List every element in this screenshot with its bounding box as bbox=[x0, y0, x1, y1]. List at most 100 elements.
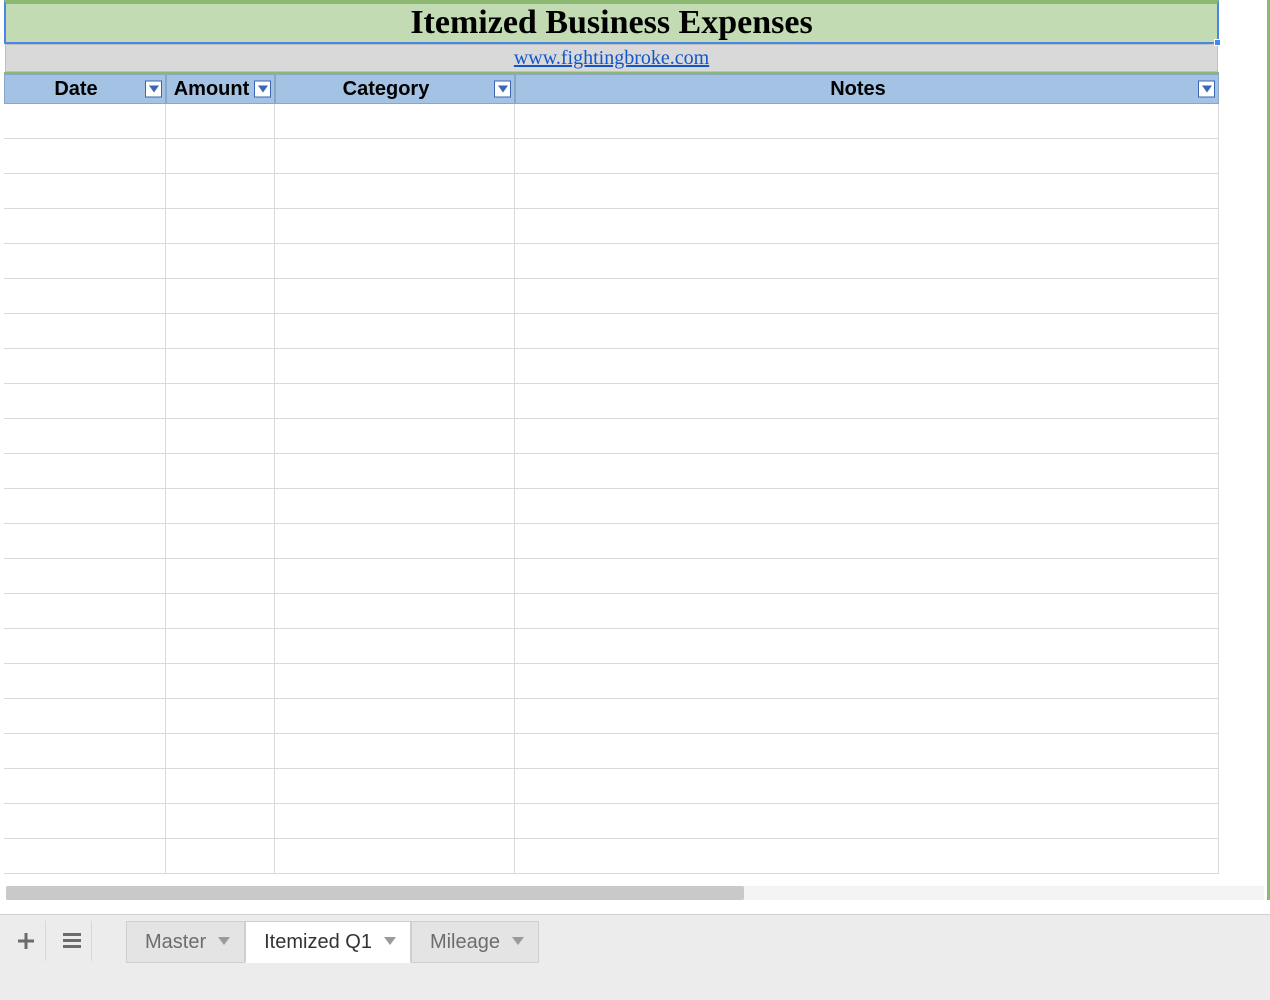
cell[interactable] bbox=[515, 314, 1219, 349]
cell[interactable] bbox=[4, 454, 166, 489]
cell[interactable] bbox=[515, 174, 1219, 209]
table-row[interactable] bbox=[4, 804, 1219, 839]
cell[interactable] bbox=[275, 629, 515, 664]
cell[interactable] bbox=[515, 489, 1219, 524]
cell[interactable] bbox=[166, 209, 275, 244]
cell[interactable] bbox=[515, 524, 1219, 559]
cell[interactable] bbox=[275, 174, 515, 209]
cell[interactable] bbox=[515, 594, 1219, 629]
cell[interactable] bbox=[4, 244, 166, 279]
cell[interactable] bbox=[166, 174, 275, 209]
cell[interactable] bbox=[275, 419, 515, 454]
table-row[interactable] bbox=[4, 174, 1219, 209]
sheet-tab-mileage[interactable]: Mileage bbox=[411, 921, 539, 963]
table-row[interactable] bbox=[4, 419, 1219, 454]
column-header-amount[interactable]: Amount bbox=[166, 74, 275, 104]
table-row[interactable] bbox=[4, 664, 1219, 699]
cell[interactable] bbox=[275, 139, 515, 174]
cell[interactable] bbox=[166, 839, 275, 874]
cell[interactable] bbox=[515, 734, 1219, 769]
selection-handle[interactable] bbox=[1214, 39, 1221, 46]
cell[interactable] bbox=[4, 769, 166, 804]
cell[interactable] bbox=[166, 419, 275, 454]
filter-button-amount[interactable] bbox=[254, 81, 271, 98]
title-cell[interactable]: Itemized Business Expenses bbox=[4, 0, 1219, 44]
column-header-date[interactable]: Date bbox=[4, 74, 166, 104]
cell[interactable] bbox=[275, 314, 515, 349]
cell[interactable] bbox=[515, 349, 1219, 384]
cell[interactable] bbox=[166, 559, 275, 594]
table-row[interactable] bbox=[4, 244, 1219, 279]
cell[interactable] bbox=[275, 559, 515, 594]
cell[interactable] bbox=[166, 489, 275, 524]
cell[interactable] bbox=[275, 524, 515, 559]
table-row[interactable] bbox=[4, 524, 1219, 559]
cell[interactable] bbox=[515, 664, 1219, 699]
cell[interactable] bbox=[515, 139, 1219, 174]
column-header-notes[interactable]: Notes bbox=[515, 74, 1219, 104]
cell[interactable] bbox=[515, 804, 1219, 839]
cell[interactable] bbox=[4, 804, 166, 839]
cell[interactable] bbox=[515, 769, 1219, 804]
cell[interactable] bbox=[4, 699, 166, 734]
cell[interactable] bbox=[515, 629, 1219, 664]
cell[interactable] bbox=[166, 104, 275, 139]
cell[interactable] bbox=[275, 349, 515, 384]
cell[interactable] bbox=[166, 734, 275, 769]
filter-button-category[interactable] bbox=[494, 81, 511, 98]
cell[interactable] bbox=[166, 139, 275, 174]
cell[interactable] bbox=[515, 559, 1219, 594]
table-row[interactable] bbox=[4, 104, 1219, 139]
scrollbar-thumb[interactable] bbox=[6, 886, 744, 900]
sheet-tab-itemized-q1[interactable]: Itemized Q1 bbox=[245, 921, 411, 963]
table-row[interactable] bbox=[4, 139, 1219, 174]
table-row[interactable] bbox=[4, 839, 1219, 874]
table-row[interactable] bbox=[4, 734, 1219, 769]
cell[interactable] bbox=[275, 664, 515, 699]
table-row[interactable] bbox=[4, 629, 1219, 664]
table-row[interactable] bbox=[4, 209, 1219, 244]
all-sheets-button[interactable] bbox=[52, 921, 92, 961]
cell[interactable] bbox=[275, 209, 515, 244]
website-link[interactable]: www.fightingbroke.com bbox=[514, 47, 709, 70]
cell[interactable] bbox=[4, 594, 166, 629]
cell[interactable] bbox=[166, 594, 275, 629]
table-row[interactable] bbox=[4, 279, 1219, 314]
cell[interactable] bbox=[4, 174, 166, 209]
cell[interactable] bbox=[4, 209, 166, 244]
cell[interactable] bbox=[166, 629, 275, 664]
cell[interactable] bbox=[275, 769, 515, 804]
table-row[interactable] bbox=[4, 384, 1219, 419]
tab-menu-button[interactable] bbox=[512, 937, 524, 947]
cell[interactable] bbox=[4, 419, 166, 454]
cell[interactable] bbox=[275, 699, 515, 734]
cell[interactable] bbox=[4, 664, 166, 699]
cell[interactable] bbox=[275, 804, 515, 839]
cell[interactable] bbox=[166, 454, 275, 489]
cell[interactable] bbox=[166, 349, 275, 384]
tab-menu-button[interactable] bbox=[384, 937, 396, 947]
cell[interactable] bbox=[4, 489, 166, 524]
sheet-tab-master[interactable]: Master bbox=[126, 921, 245, 963]
table-row[interactable] bbox=[4, 314, 1219, 349]
cell[interactable] bbox=[275, 244, 515, 279]
cell[interactable] bbox=[515, 279, 1219, 314]
cell[interactable] bbox=[4, 559, 166, 594]
cell[interactable] bbox=[515, 104, 1219, 139]
cell[interactable] bbox=[4, 629, 166, 664]
cell[interactable] bbox=[515, 419, 1219, 454]
cell[interactable] bbox=[275, 489, 515, 524]
cell[interactable] bbox=[4, 384, 166, 419]
filter-button-notes[interactable] bbox=[1198, 81, 1215, 98]
cell[interactable] bbox=[4, 314, 166, 349]
cell[interactable] bbox=[4, 279, 166, 314]
link-cell[interactable]: www.fightingbroke.com bbox=[5, 44, 1218, 72]
cell[interactable] bbox=[166, 279, 275, 314]
cell[interactable] bbox=[166, 804, 275, 839]
table-row[interactable] bbox=[4, 559, 1219, 594]
cell[interactable] bbox=[4, 734, 166, 769]
cell[interactable] bbox=[275, 594, 515, 629]
add-sheet-button[interactable] bbox=[6, 921, 46, 961]
cell[interactable] bbox=[166, 244, 275, 279]
cell[interactable] bbox=[515, 244, 1219, 279]
